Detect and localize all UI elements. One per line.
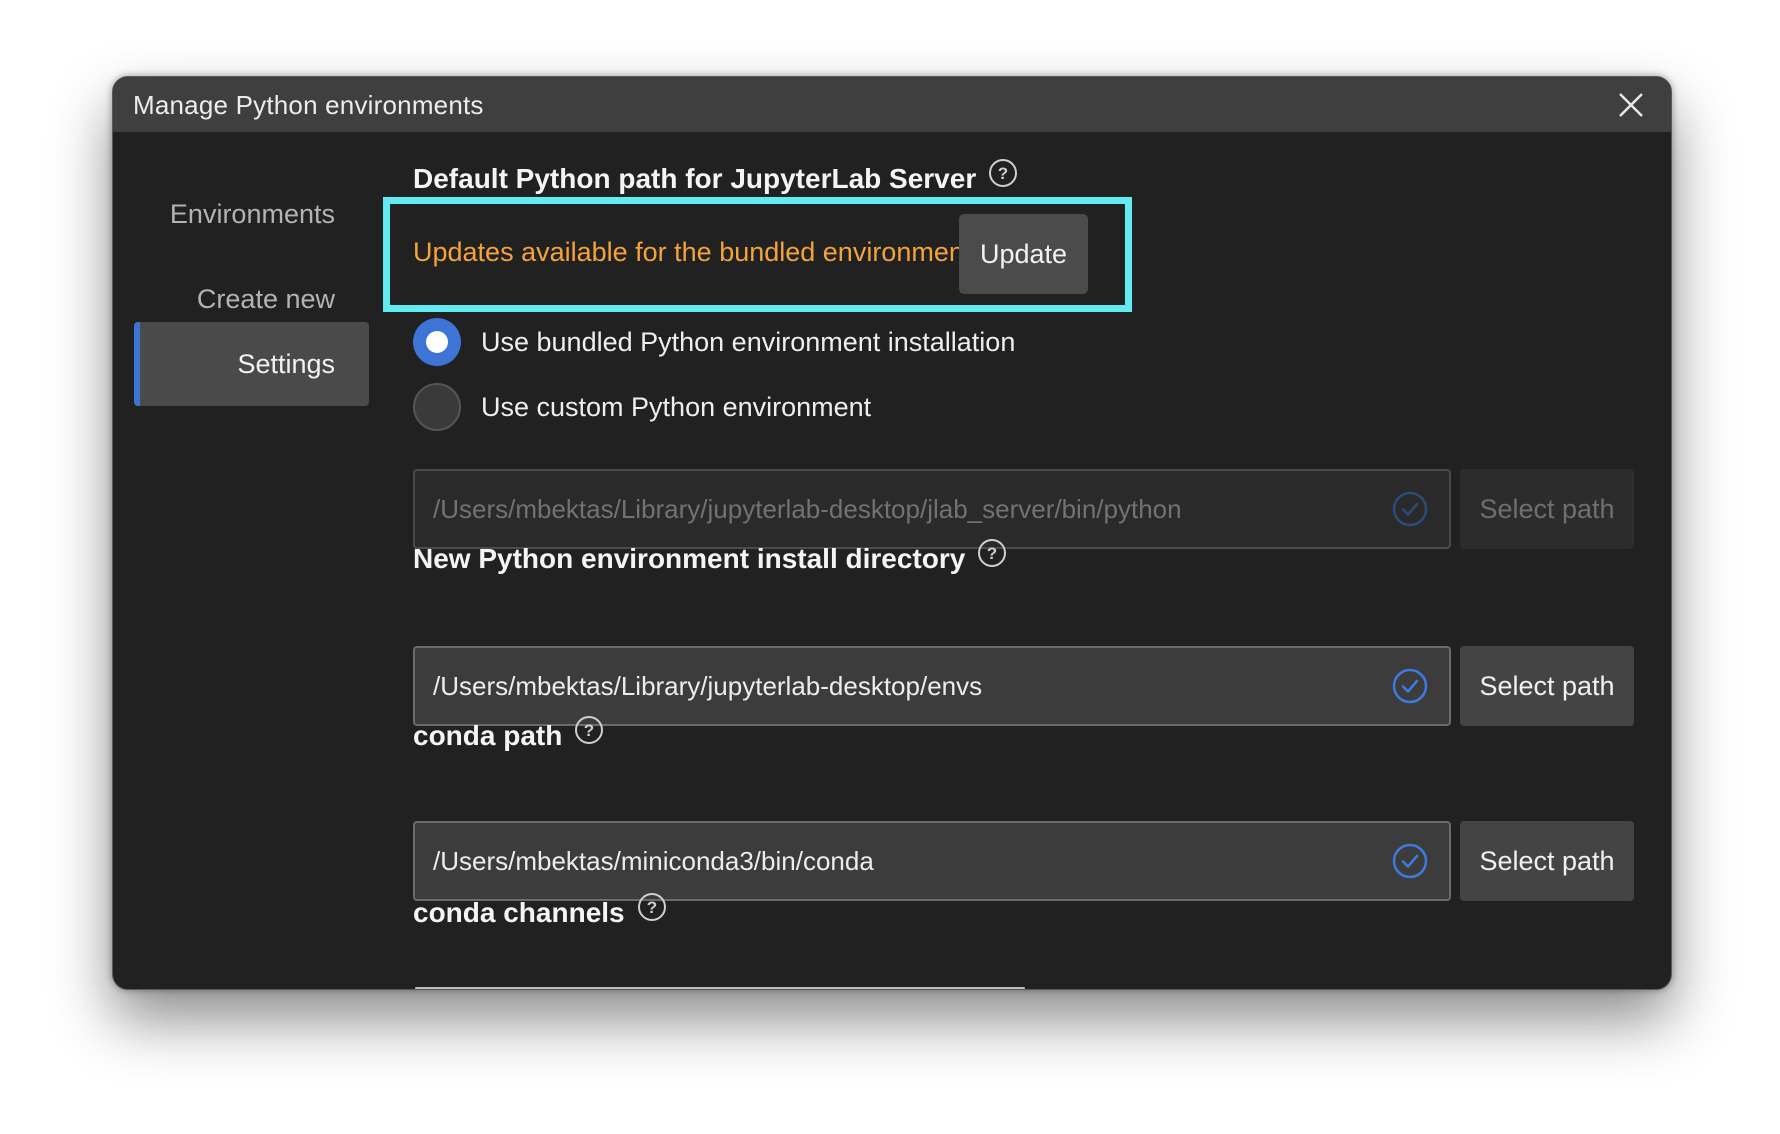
custom-python-path-input[interactable]: /Users/mbektas/Library/jupyterlab-deskto…: [413, 469, 1451, 549]
help-icon[interactable]: ?: [977, 538, 1007, 568]
install-directory-title: New Python environment install directory: [413, 543, 966, 574]
default-python-path-title: Default Python path for JupyterLab Serve…: [413, 163, 977, 194]
sidebar-item-settings[interactable]: Settings: [134, 322, 369, 406]
help-icon[interactable]: ?: [574, 715, 604, 745]
default-python-path-heading: Default Python path for JupyterLab Serve…: [413, 159, 1018, 195]
help-icon[interactable]: ?: [637, 892, 667, 922]
select-path-button-conda[interactable]: Select path: [1460, 821, 1634, 901]
dialog-title: Manage Python environments: [133, 90, 484, 120]
conda-path-heading: conda path ?: [413, 716, 604, 752]
update-button[interactable]: Update: [959, 214, 1088, 294]
conda-channels-title: conda channels: [413, 897, 625, 928]
radio-custom-python[interactable]: Use custom Python environment: [413, 383, 871, 431]
install-directory-heading: New Python environment install directory…: [413, 539, 1007, 575]
conda-channels-input-edge[interactable]: [415, 987, 1025, 989]
conda-path-value: /Users/mbektas/miniconda3/bin/conda: [433, 845, 874, 876]
update-available-message: Updates available for the bundled enviro…: [413, 237, 972, 267]
radio-bundled-label: Use bundled Python environment installat…: [481, 326, 1016, 357]
sidebar-item-environments[interactable]: Environments: [134, 172, 369, 256]
svg-text:?: ?: [998, 164, 1008, 183]
check-circle-icon: [1392, 668, 1428, 704]
custom-python-path-value: /Users/mbektas/Library/jupyterlab-deskto…: [433, 493, 1182, 524]
check-circle-icon: [1392, 843, 1428, 879]
svg-text:?: ?: [987, 544, 997, 563]
conda-path-title: conda path: [413, 720, 563, 751]
conda-path-input[interactable]: /Users/mbektas/miniconda3/bin/conda: [413, 821, 1451, 901]
install-directory-value: /Users/mbektas/Library/jupyterlab-deskto…: [433, 670, 983, 701]
svg-text:?: ?: [584, 721, 594, 740]
radio-custom-label: Use custom Python environment: [481, 391, 872, 422]
select-path-button-python[interactable]: Select path: [1460, 469, 1634, 549]
radio-bundled-python[interactable]: Use bundled Python environment installat…: [413, 318, 1015, 366]
radio-checked[interactable]: [413, 318, 461, 366]
check-circle-icon: [1392, 491, 1428, 527]
svg-text:?: ?: [646, 898, 656, 917]
select-path-button-install-dir[interactable]: Select path: [1460, 646, 1634, 726]
manage-python-environments-dialog: Manage Python environments Environments …: [112, 76, 1672, 990]
conda-channels-heading: conda channels ?: [413, 893, 667, 929]
close-button[interactable]: [1615, 89, 1647, 121]
help-icon[interactable]: ?: [988, 158, 1018, 188]
close-icon: [1619, 93, 1643, 117]
radio-unchecked[interactable]: [413, 383, 461, 431]
install-directory-input[interactable]: /Users/mbektas/Library/jupyterlab-deskto…: [413, 646, 1451, 726]
dialog-titlebar: Manage Python environments: [113, 77, 1671, 132]
